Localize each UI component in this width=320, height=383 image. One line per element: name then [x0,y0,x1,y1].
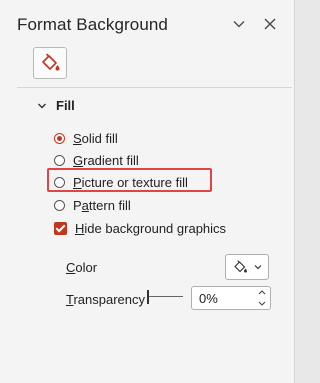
color-picker-button[interactable] [225,254,269,280]
slider-thumb[interactable] [147,290,149,304]
fill-section-header[interactable]: Fill [37,98,75,113]
solid-fill-option[interactable]: Solid fill [54,131,118,146]
chevron-down-icon [254,265,262,270]
tab-fill[interactable] [33,47,67,79]
format-background-pane: Format Background Fill Solid fill Gradie… [0,0,295,383]
close-pane-button[interactable] [259,13,281,35]
pattern-fill-option[interactable]: Pattern fill [54,198,131,213]
pattern-fill-label: Pattern fill [73,198,131,213]
pane-title: Format Background [17,15,168,34]
transparency-value[interactable]: 0% [199,291,218,306]
transparency-spinbox[interactable]: 0% [191,286,271,310]
fill-section-title: Fill [56,98,75,113]
hide-background-graphics-checkbox[interactable] [54,222,67,235]
highlight-box [47,168,212,192]
hide-background-graphics-label: Hide background graphics [75,221,227,236]
solid-fill-label: Solid fill [73,131,118,146]
gradient-fill-radio[interactable] [54,155,65,166]
gradient-fill-label: Gradient fill [73,153,139,168]
slider-track [149,296,183,297]
fill-bucket-icon [42,53,60,71]
tab-divider [17,87,292,88]
transparency-slider[interactable] [147,290,183,304]
color-label: Color [66,260,98,275]
pane-options-button[interactable] [228,13,250,35]
transparency-label: Transparency [66,292,146,307]
fill-bucket-icon [234,260,247,273]
chevron-down-icon [233,21,245,28]
pattern-fill-radio[interactable] [54,200,65,211]
spin-arrows [258,289,266,307]
chevron-down-icon [38,103,46,108]
hide-background-graphics-option[interactable]: Hide background graphics [54,221,226,236]
solid-fill-radio[interactable] [54,133,65,144]
chevron-up-icon[interactable] [258,289,266,295]
gradient-fill-option[interactable]: Gradient fill [54,153,139,168]
chevron-down-icon[interactable] [258,301,266,307]
close-icon [264,18,276,30]
